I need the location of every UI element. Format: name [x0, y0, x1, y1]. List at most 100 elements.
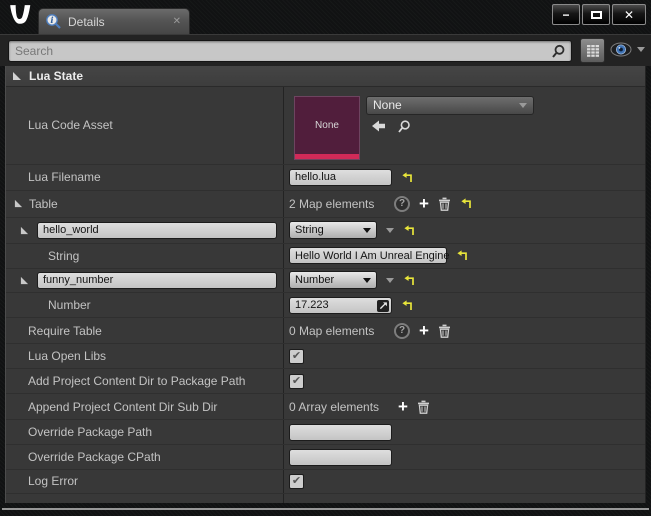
- details-tab-icon: i: [45, 13, 62, 30]
- property-row-table: Table 2 Map elements ? +: [6, 190, 645, 218]
- property-row-number-value: Number 17.223: [6, 293, 645, 319]
- search-input[interactable]: [15, 41, 545, 61]
- details-window: i Details ✕ − ✕ Search Lua State Lua Cod…: [0, 0, 651, 516]
- asset-select-value: None: [373, 98, 402, 113]
- minimize-icon: −: [562, 7, 570, 22]
- property-label: Append Project Content Dir Sub Dir: [28, 399, 218, 414]
- tab-details-label: Details: [68, 14, 105, 29]
- property-row-override-package-path: Override Package Path: [6, 420, 645, 446]
- number-value-input[interactable]: 17.223: [289, 296, 392, 314]
- unreal-engine-logo-icon: [7, 2, 33, 30]
- expand-icon[interactable]: [20, 276, 29, 285]
- property-row-lua-filename: Lua Filename hello.lua: [6, 164, 645, 191]
- property-row-lua-code-asset: Lua Code Asset None None: [6, 86, 645, 165]
- reset-to-default-icon[interactable]: [403, 225, 415, 236]
- property-label: Override Package Path: [28, 425, 153, 440]
- property-label: String: [48, 248, 80, 263]
- property-label: Override Package CPath: [28, 450, 161, 465]
- property-row-add-project-content-dir: Add Project Content Dir to Package Path …: [6, 369, 645, 395]
- panel-filler: [6, 493, 645, 503]
- property-row-log-error: Log Error ✔: [6, 470, 645, 494]
- title-bar: i Details ✕ − ✕: [0, 0, 651, 34]
- tab-details[interactable]: i Details ✕: [38, 8, 190, 34]
- add-element-button[interactable]: +: [419, 195, 429, 212]
- map-elements-count: 0 Map elements: [289, 323, 375, 338]
- display-mode-button[interactable]: [580, 38, 605, 63]
- property-label: Number: [48, 298, 91, 313]
- browse-to-asset-button[interactable]: [397, 120, 411, 134]
- property-label: Table: [29, 196, 58, 211]
- reset-to-default-icon[interactable]: [460, 198, 472, 209]
- element-options-dropdown-icon[interactable]: [386, 227, 394, 233]
- empty-trash-icon[interactable]: [438, 324, 451, 338]
- details-panel: Lua State Lua Code Asset None None Lua F…: [5, 66, 646, 503]
- map-entry-row-hello-world: hello_world String: [6, 217, 645, 244]
- map-elements-count: 2 Map elements: [289, 196, 375, 211]
- add-project-content-dir-checkbox[interactable]: ✔: [289, 373, 304, 389]
- category-expand-icon[interactable]: [12, 71, 22, 81]
- eye-icon: [610, 42, 633, 57]
- window-resize-border[interactable]: [2, 508, 649, 510]
- element-options-dropdown-icon[interactable]: [386, 277, 394, 283]
- help-icon[interactable]: ?: [394, 195, 410, 212]
- category-lua-state[interactable]: Lua State: [6, 66, 645, 87]
- chevron-down-icon: [637, 47, 645, 52]
- asset-picker: None None: [284, 87, 645, 164]
- asset-type-color-strip: [295, 153, 359, 159]
- empty-trash-icon[interactable]: [438, 197, 451, 211]
- use-selected-asset-button[interactable]: [372, 120, 387, 134]
- add-element-button[interactable]: +: [398, 398, 408, 415]
- asset-thumbnail-label: None: [315, 119, 339, 131]
- value-drag-handle-icon[interactable]: [377, 299, 389, 312]
- log-error-checkbox[interactable]: ✔: [289, 473, 304, 489]
- string-value-input[interactable]: Hello World I Am Unreal Engine: [289, 247, 449, 265]
- property-label: Lua Open Libs: [28, 349, 107, 364]
- tab-close-icon[interactable]: ✕: [173, 16, 181, 27]
- chevron-down-icon: [363, 227, 371, 233]
- expand-icon[interactable]: [20, 226, 29, 235]
- asset-select-dropdown[interactable]: None: [366, 95, 534, 115]
- maximize-icon: [590, 10, 602, 19]
- lua-filename-input[interactable]: hello.lua: [289, 168, 392, 186]
- chevron-down-icon: [363, 277, 371, 283]
- map-entry-row-funny-number: funny_number Number: [6, 268, 645, 294]
- property-label: Lua Code Asset: [6, 86, 284, 164]
- window-controls: − ✕: [552, 4, 646, 25]
- property-label: Log Error: [28, 474, 79, 489]
- minimize-button[interactable]: −: [552, 4, 580, 25]
- lua-open-libs-checkbox[interactable]: ✔: [289, 348, 304, 364]
- details-toolbar: [0, 34, 651, 66]
- close-button[interactable]: ✕: [612, 4, 646, 25]
- maximize-button[interactable]: [582, 4, 610, 25]
- property-row-require-table: Require Table 0 Map elements ? +: [6, 318, 645, 345]
- value-type-dropdown[interactable]: Number: [289, 271, 377, 290]
- property-row-override-package-cpath: Override Package CPath: [6, 445, 645, 471]
- reset-to-default-icon[interactable]: [456, 250, 468, 261]
- property-row-string-value: String Hello World I Am Unreal Engine: [6, 243, 645, 269]
- property-row-append-project-content-dir: Append Project Content Dir Sub Dir 0 Arr…: [6, 394, 645, 421]
- expand-icon[interactable]: [14, 199, 23, 208]
- view-options-button[interactable]: [610, 42, 645, 57]
- close-icon: ✕: [623, 7, 635, 22]
- asset-thumbnail[interactable]: None: [294, 95, 360, 160]
- svg-text:i: i: [50, 16, 53, 26]
- reset-to-default-icon[interactable]: [401, 172, 413, 183]
- add-element-button[interactable]: +: [419, 322, 429, 339]
- grid-icon: [586, 44, 600, 58]
- property-label: Add Project Content Dir to Package Path: [28, 374, 246, 389]
- reset-to-default-icon[interactable]: [401, 300, 413, 311]
- map-key-input[interactable]: hello_world: [37, 221, 277, 239]
- value-type-dropdown[interactable]: String: [289, 221, 377, 240]
- reset-to-default-icon[interactable]: [403, 275, 415, 286]
- help-icon[interactable]: ?: [394, 322, 410, 339]
- property-label: Require Table: [28, 323, 102, 338]
- override-package-path-input[interactable]: [289, 423, 392, 441]
- category-label: Lua State: [29, 68, 84, 83]
- property-label: Lua Filename: [28, 170, 101, 185]
- property-row-lua-open-libs: Lua Open Libs ✔: [6, 344, 645, 370]
- search-box[interactable]: [8, 40, 572, 62]
- empty-trash-icon[interactable]: [417, 400, 430, 414]
- map-key-input[interactable]: funny_number: [37, 271, 277, 289]
- override-package-cpath-input[interactable]: [289, 448, 392, 466]
- search-icon: [551, 44, 566, 59]
